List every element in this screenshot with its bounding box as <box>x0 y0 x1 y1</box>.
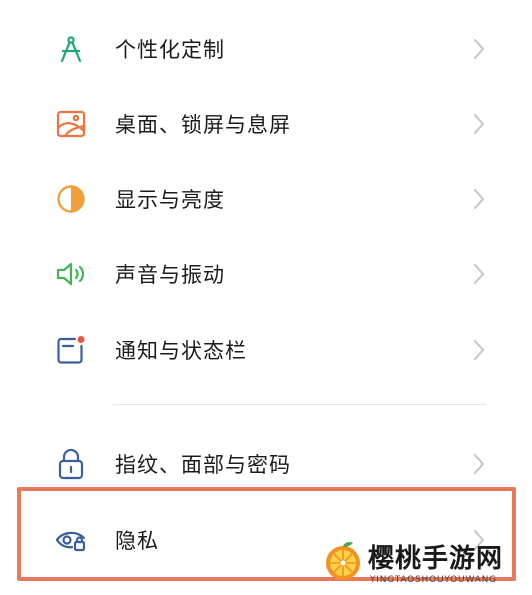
settings-item-label: 指纹、面部与密码 <box>115 452 291 477</box>
settings-item-sound-vibration[interactable]: 声音与振动 <box>0 236 532 311</box>
speaker-icon <box>53 256 89 292</box>
compass-icon <box>53 31 89 67</box>
section-divider <box>113 404 486 405</box>
settings-item-home-lock-screen[interactable]: 桌面、锁屏与息屏 <box>0 86 532 161</box>
settings-item-display-brightness[interactable]: 显示与亮度 <box>0 161 532 236</box>
settings-item-label: 个性化定制 <box>115 37 225 62</box>
watermark: 樱桃手游网 YINGTAOSHOUYOUWANG <box>322 538 527 594</box>
orange-logo-icon <box>322 540 364 582</box>
chevron-right-icon <box>470 452 488 476</box>
chevron-right-icon <box>470 187 488 211</box>
notification-icon <box>53 332 89 368</box>
settings-item-notifications-status-bar[interactable]: 通知与状态栏 <box>0 312 532 387</box>
settings-item-label: 通知与状态栏 <box>115 338 247 363</box>
settings-item-personalization[interactable]: 个性化定制 <box>0 11 532 86</box>
chevron-right-icon <box>470 112 488 136</box>
chevron-right-icon <box>470 262 488 286</box>
wallpaper-icon <box>53 106 89 142</box>
settings-item-label: 桌面、锁屏与息屏 <box>115 112 291 137</box>
settings-item-label: 显示与亮度 <box>115 187 225 212</box>
chevron-right-icon <box>470 37 488 61</box>
watermark-subtitle: YINGTAOSHOUYOUWANG <box>370 575 497 585</box>
brightness-icon <box>53 181 89 217</box>
settings-item-label: 声音与振动 <box>115 262 225 287</box>
chevron-right-icon <box>470 338 488 362</box>
watermark-title: 樱桃手游网 <box>368 544 504 574</box>
lock-icon <box>53 446 89 482</box>
